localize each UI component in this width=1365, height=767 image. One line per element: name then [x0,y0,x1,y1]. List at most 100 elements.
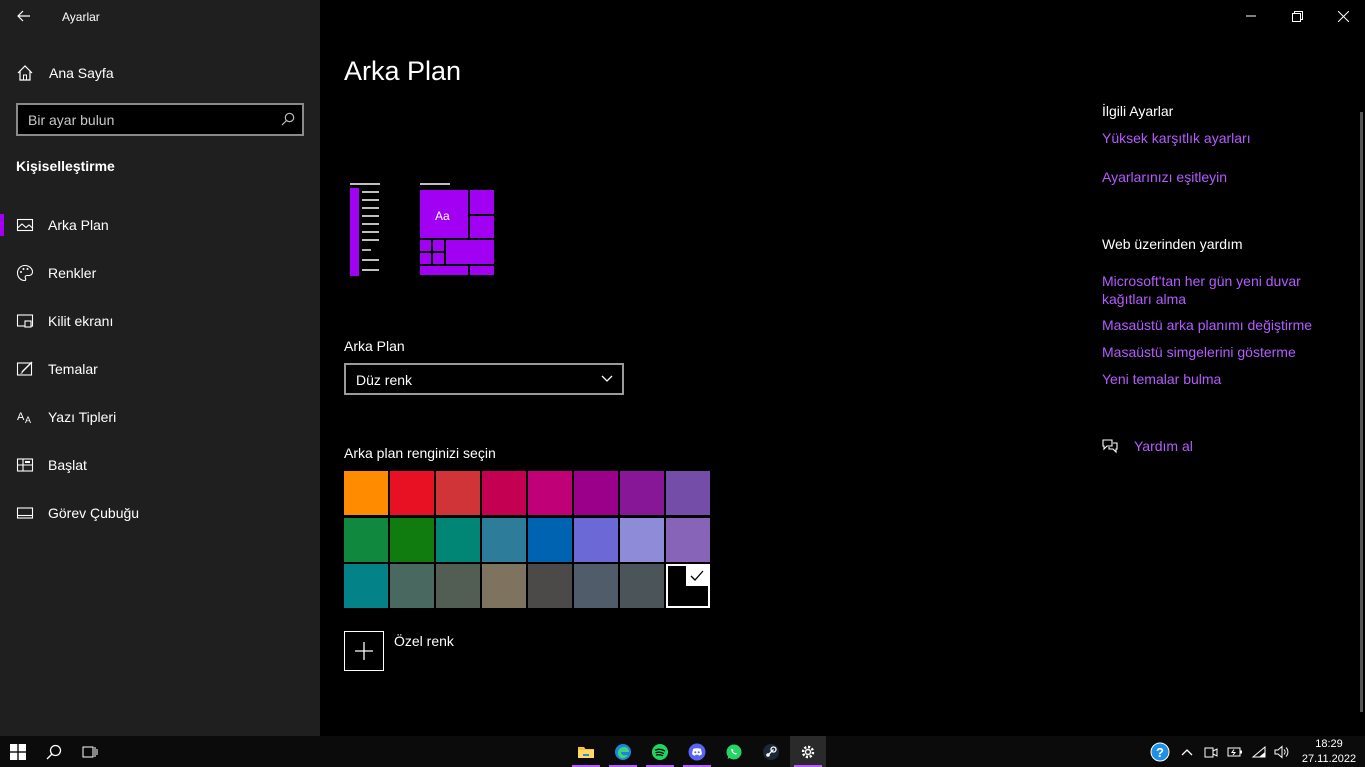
dropdown-value: Düz renk [356,372,413,388]
taskbar-app-edge[interactable] [605,736,641,767]
taskbar-app-discord[interactable] [679,736,715,767]
sidebar-item-label: Kilit ekranı [48,313,114,329]
sidebar-item-fonts[interactable]: AA Yazı Tipleri [0,397,320,437]
scrollbar[interactable] [1360,112,1363,712]
taskbar-app-whatsapp[interactable] [716,736,752,767]
sidebar-item-label: Temalar [48,361,98,377]
color-swatch[interactable] [666,517,710,562]
home-icon [17,65,33,81]
tray-help-button[interactable]: ? [1147,736,1173,767]
color-swatch[interactable] [436,564,480,609]
minimize-button[interactable] [1228,0,1274,32]
tray-volume-button[interactable] [1271,736,1293,767]
chevron-down-icon [601,375,613,382]
color-swatch[interactable] [390,471,434,515]
tray-battery-button[interactable] [1224,736,1246,767]
start-button[interactable] [0,736,36,767]
show-hidden-icons-button[interactable] [1177,736,1197,767]
color-swatch[interactable] [528,471,572,515]
tray-camera-button[interactable] [1200,736,1222,767]
color-swatch[interactable] [666,564,710,609]
color-swatch[interactable] [574,471,618,515]
restore-button[interactable] [1274,0,1320,32]
settings-search-box[interactable] [16,103,304,136]
color-swatch[interactable] [528,517,572,562]
battery-icon [1227,747,1242,756]
color-swatch[interactable] [344,517,388,562]
color-swatch[interactable] [528,564,572,609]
change-background-link[interactable]: Masaüstü arka planımı değiştirme [1102,317,1312,333]
custom-color-button[interactable] [344,631,384,671]
color-swatch[interactable] [620,517,664,562]
chevron-up-icon [1181,748,1193,755]
tray-wifi-button[interactable] [1248,736,1270,767]
font-icon: AA [17,411,31,425]
background-type-dropdown[interactable]: Düz renk [344,363,624,395]
sidebar-item-lock-screen[interactable]: Kilit ekranı [0,301,320,341]
color-swatch[interactable] [344,471,388,515]
taskbar-clock[interactable]: 18:29 27.11.2022 [1296,736,1362,767]
task-view-icon [82,746,98,757]
color-swatch[interactable] [344,564,388,609]
volume-icon [1274,744,1289,759]
section-title: Kişiselleştirme [16,158,115,174]
sidebar-item-label: Renkler [48,265,97,281]
taskbar-app-file-explorer[interactable] [568,736,604,767]
settings-icon [801,745,815,758]
main-content: Arka Plan Aa Arka Plan Düz renk Arka pla… [320,0,1365,736]
sidebar-item-taskbar[interactable]: Görev Çubuğu [0,493,320,533]
color-swatch[interactable] [620,471,664,515]
picture-icon [16,218,34,232]
taskbar-app-settings[interactable] [790,736,826,767]
sidebar-item-start[interactable]: Başlat [0,445,320,485]
color-swatch[interactable] [482,517,526,562]
sync-settings-link[interactable]: Ayarlarınızı eşitleyin [1102,169,1227,185]
sidebar-item-label: Yazı Tipleri [48,409,117,425]
related-settings-title: İlgili Ayarlar [1102,103,1174,119]
page-title: Arka Plan [344,56,462,86]
search-input[interactable] [18,105,278,134]
color-swatch[interactable] [482,564,526,609]
taskbar-app-spotify[interactable] [642,736,678,767]
color-swatch[interactable] [482,471,526,515]
find-themes-link[interactable]: Yeni temalar bulma [1102,371,1221,387]
search-icon[interactable] [281,112,295,126]
task-view-button[interactable] [72,736,108,767]
help-chat-icon[interactable] [1101,437,1119,455]
spotify-icon [652,743,668,760]
home-nav-item[interactable]: Ana Sayfa [0,58,320,88]
custom-color-label[interactable]: Özel renk [394,633,454,649]
wifi-icon [1252,745,1266,757]
sidebar: Ayarlar Ana Sayfa Kişiselleştirme Arka P… [0,0,320,736]
get-help-link[interactable]: Yardım al [1134,438,1193,454]
close-icon [1337,10,1349,22]
color-swatch[interactable] [390,517,434,562]
close-button[interactable] [1320,0,1365,32]
steam-icon [763,743,779,760]
back-button[interactable] [10,4,38,28]
app-title: Ayarlar [62,10,100,24]
sidebar-item-background[interactable]: Arka Plan [0,205,320,245]
palette-icon [16,264,34,282]
taskbar-icon [16,507,34,519]
whatsapp-icon [726,744,742,759]
color-swatch[interactable] [436,471,480,515]
windows-logo-icon [10,743,26,760]
sidebar-item-colors[interactable]: Renkler [0,253,320,293]
taskbar-app-steam[interactable] [753,736,789,767]
color-swatch[interactable] [666,471,710,515]
color-swatch[interactable] [574,517,618,562]
color-swatch[interactable] [390,564,434,609]
color-swatch[interactable] [620,564,664,609]
sidebar-item-themes[interactable]: Temalar [0,349,320,389]
taskbar-search-button[interactable] [36,736,72,767]
sidebar-item-label: Başlat [48,457,87,473]
high-contrast-link[interactable]: Yüksek karşıtlık ayarları [1102,130,1251,146]
background-color-label: Arka plan renginizi seçin [344,445,496,461]
desktop-icons-link[interactable]: Masaüstü simgelerini gösterme [1102,344,1296,360]
daily-wallpaper-link[interactable]: Microsoft'tan her gün yeni duvar kağıtla… [1102,272,1332,308]
back-arrow-icon [17,10,30,22]
background-type-label: Arka Plan [344,338,405,354]
color-swatch[interactable] [436,517,480,562]
color-swatch[interactable] [574,564,618,609]
